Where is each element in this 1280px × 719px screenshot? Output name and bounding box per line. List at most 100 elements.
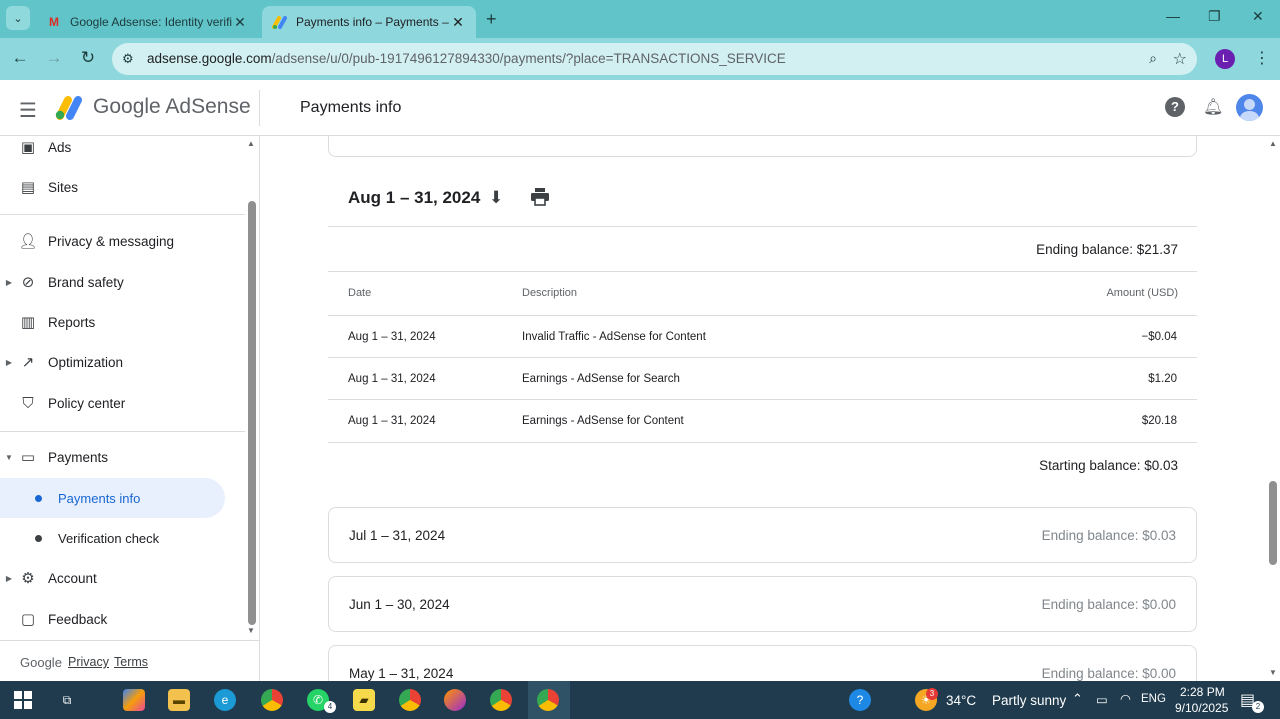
chrome-profile-s-icon[interactable] <box>490 689 512 711</box>
browser-menu-icon[interactable]: ⋮ <box>1254 48 1270 68</box>
minimize-icon[interactable]: — <box>1166 8 1180 24</box>
adsense-logo-text: Google AdSense <box>93 95 251 119</box>
terms-link[interactable]: Terms <box>114 655 148 669</box>
sidebar-item-label: Account <box>48 570 97 586</box>
help-icon[interactable]: ? <box>1165 97 1185 117</box>
scroll-up-icon[interactable]: ▲ <box>1269 139 1277 148</box>
notification-count-badge: 2 <box>1252 701 1264 713</box>
month-label: May 1 – 31, 2024 <box>349 666 454 681</box>
column-header-description: Description <box>522 287 578 299</box>
scroll-down-icon[interactable]: ▼ <box>1269 668 1277 677</box>
reload-icon[interactable]: ↻ <box>77 48 99 70</box>
browser-profile-avatar[interactable]: L <box>1215 49 1235 69</box>
notifications-bell-icon[interactable]: 🔔︎ <box>1203 97 1223 117</box>
battery-icon[interactable]: ▭ <box>1096 692 1108 707</box>
sidebar-item-payments[interactable]: ▼ ▭ Payments <box>0 437 245 477</box>
tab-search-icon[interactable]: ⌄ <box>6 6 30 30</box>
month-label: Jul 1 – 31, 2024 <box>349 528 446 543</box>
edge-browser-icon[interactable]: e <box>214 689 236 711</box>
ending-balance: Ending balance: $21.37 <box>1036 242 1178 257</box>
expand-caret-icon[interactable]: ▶ <box>0 358 18 367</box>
url-text[interactable]: adsense.google.com/adsense/u/0/pub-19174… <box>147 51 786 66</box>
collapse-caret-icon[interactable]: ▼ <box>0 453 18 462</box>
sidebar-item-ads[interactable]: ▣ Ads <box>0 136 245 167</box>
expand-caret-icon[interactable]: ▶ <box>0 574 18 583</box>
sidebar-item-policy-center[interactable]: ⛉ Policy center <box>0 383 245 423</box>
windows-taskbar: ⧉ ▬ e ✆ 4 ▰ ? ☀ 3 34°C Partly sunny ⌃ ▭ … <box>0 681 1280 719</box>
scroll-thumb[interactable] <box>1269 481 1277 565</box>
scroll-up-icon[interactable]: ▲ <box>247 139 255 148</box>
wifi-icon[interactable]: ◠ <box>1120 691 1131 706</box>
address-bar[interactable]: ⚙ adsense.google.com/adsense/u/0/pub-191… <box>112 43 1197 75</box>
site-settings-icon[interactable]: ⚙ <box>122 51 134 67</box>
new-tab-button[interactable]: + <box>486 9 497 30</box>
url-path: /adsense/u/0/pub-1917496127894330/paymen… <box>271 51 786 66</box>
tray-chevron-icon[interactable]: ⌃ <box>1072 691 1083 707</box>
browser-tab-payments[interactable]: Payments info – Payments – Go ✕ <box>262 6 476 38</box>
zoom-icon[interactable]: ⌕ <box>1149 50 1157 67</box>
chrome-icon[interactable] <box>261 689 283 711</box>
forward-arrow-icon[interactable]: → <box>43 48 65 70</box>
tab-close-icon[interactable]: ✕ <box>232 14 248 31</box>
sidebar-item-reports[interactable]: ▥ Reports <box>0 302 245 342</box>
sidebar-item-feedback[interactable]: ▢ Feedback <box>0 599 245 639</box>
sidebar-item-privacy[interactable]: 👤︎ Privacy & messaging <box>0 221 245 261</box>
sidebar-item-label: Verification check <box>58 530 160 546</box>
sidebar-item-optimization[interactable]: ▶ ↗ Optimization <box>0 342 245 382</box>
month-statement-may[interactable]: May 1 – 31, 2024 Ending balance: $0.00 <box>328 645 1197 681</box>
weather-temp[interactable]: 34°C <box>946 693 976 708</box>
url-domain: adsense.google.com <box>147 51 272 66</box>
sidebar-item-brand-safety[interactable]: ▶ ⊘ Brand safety <box>0 262 245 302</box>
copilot-icon[interactable] <box>123 689 145 711</box>
month-statement-jun[interactable]: Jun 1 – 30, 2024 Ending balance: $0.00 <box>328 576 1197 632</box>
hamburger-menu-icon[interactable]: ☰ <box>19 98 37 123</box>
window-close-icon[interactable]: ✕ <box>1252 8 1264 25</box>
bookmark-star-icon[interactable]: ☆ <box>1173 49 1187 69</box>
tab-close-icon[interactable]: ✕ <box>450 14 466 31</box>
main-scrollbar[interactable]: ▲ ▼ <box>1266 136 1280 681</box>
sidebar-item-label: Privacy & messaging <box>48 233 175 249</box>
scroll-thumb[interactable] <box>248 201 256 625</box>
browser-tab-identity[interactable]: M Google Adsense: Identity verific ✕ <box>36 6 258 38</box>
privacy-link[interactable]: Privacy <box>68 655 109 669</box>
sidebar-item-account[interactable]: ▶ ⚙ Account <box>0 558 245 598</box>
sidebar-footer: Google Privacy Terms <box>0 640 259 681</box>
print-icon[interactable] <box>530 188 550 206</box>
scroll-down-icon[interactable]: ▼ <box>247 626 255 635</box>
gmail-icon: M <box>49 15 59 29</box>
divider <box>328 442 1197 443</box>
row-amount: $20.18 <box>1141 415 1177 427</box>
row-date: Aug 1 – 31, 2024 <box>348 373 436 385</box>
sidebar-item-label: Payments info <box>58 490 141 506</box>
sidebar-subitem-verification-check[interactable]: Verification check <box>0 518 225 558</box>
weather-condition[interactable]: Partly sunny <box>992 693 1066 708</box>
expand-caret-icon[interactable]: ▶ <box>0 278 18 287</box>
starting-balance: Starting balance: $0.03 <box>1039 458 1178 473</box>
sidebar-item-sites[interactable]: ▤ Sites <box>0 167 245 207</box>
back-arrow-icon[interactable]: ← <box>9 48 31 70</box>
logo-google: Google <box>93 95 161 118</box>
nav-divider <box>0 431 245 432</box>
sidebar-item-label: Feedback <box>48 611 108 627</box>
sidebar-subitem-payments-info[interactable]: Payments info <box>0 478 225 518</box>
maximize-icon[interactable]: ❐ <box>1208 8 1221 25</box>
chrome-profile-l-icon[interactable] <box>537 689 559 711</box>
sidebar-scrollbar[interactable]: ▲ ▼ <box>245 136 259 636</box>
file-explorer-icon[interactable]: ▬ <box>168 689 190 711</box>
previous-card-bottom <box>328 136 1197 157</box>
reports-icon: ▥ <box>20 314 36 331</box>
footer-google-logo: Google <box>20 655 62 670</box>
chrome-profile-icon[interactable] <box>399 689 421 711</box>
help-app-icon[interactable]: ? <box>849 689 871 711</box>
windows-start-icon[interactable] <box>12 689 34 711</box>
download-icon[interactable]: ⬇ <box>489 188 503 208</box>
clock-date[interactable]: 9/10/2025 <box>1175 701 1228 715</box>
language-indicator[interactable]: ENG <box>1141 693 1166 705</box>
sticky-notes-icon[interactable]: ▰ <box>353 689 375 711</box>
app-header: ☰ Google AdSense Payments info ? 🔔︎ <box>0 80 1280 136</box>
account-avatar[interactable] <box>1236 94 1263 121</box>
month-statement-jul[interactable]: Jul 1 – 31, 2024 Ending balance: $0.03 <box>328 507 1197 563</box>
firefox-icon[interactable] <box>444 689 466 711</box>
task-view-icon[interactable]: ⧉ <box>56 689 78 711</box>
clock-time[interactable]: 2:28 PM <box>1180 685 1225 699</box>
